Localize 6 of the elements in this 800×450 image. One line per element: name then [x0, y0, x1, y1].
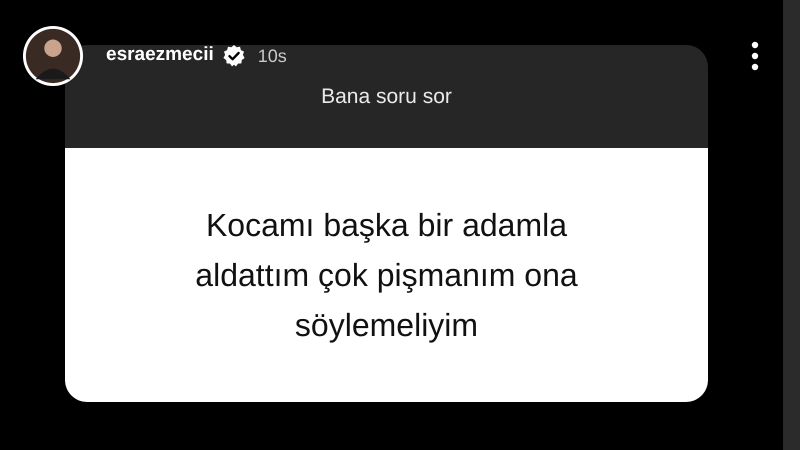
question-text: Kocamı başka bir adamla aldattım çok pişmanım ona söylemeliyim: [195, 206, 578, 345]
post-time: 10s: [258, 46, 287, 66]
more-options-icon[interactable]: [751, 41, 759, 71]
avatar-icon[interactable]: [22, 25, 84, 87]
username[interactable]: esraezmecii: [106, 44, 214, 66]
card-title: Bana soru sor: [321, 84, 452, 108]
